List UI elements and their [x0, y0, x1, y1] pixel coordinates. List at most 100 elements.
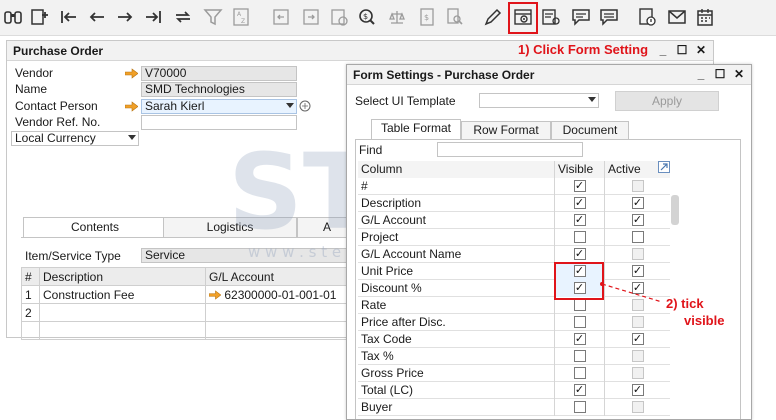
column-row[interactable]: # ✓ — [358, 178, 670, 195]
column-row[interactable]: G/L Account ✓ ✓ — [358, 212, 670, 229]
vendor-ref-field[interactable] — [141, 115, 297, 130]
payment-means-icon[interactable]: $ — [356, 6, 378, 28]
apply-button[interactable]: Apply — [615, 91, 719, 111]
column-row[interactable]: Project — [358, 229, 670, 246]
row-gl-account[interactable] — [205, 303, 356, 322]
contact-person-field[interactable]: Sarah Kierl — [141, 99, 297, 114]
next-record-icon[interactable] — [114, 6, 136, 28]
column-row[interactable]: Tax % — [358, 348, 670, 365]
tab-row-format[interactable]: Row Format — [461, 121, 551, 139]
visible-checkbox[interactable]: ✓ — [573, 180, 586, 192]
last-record-icon[interactable] — [142, 6, 164, 28]
link-arrow-icon[interactable] — [208, 290, 222, 300]
currency-select[interactable]: Local Currency — [11, 131, 139, 146]
column-row[interactable]: Gross Price — [358, 365, 670, 382]
visible-cell — [555, 229, 605, 246]
active-checkbox[interactable]: ✓ — [631, 214, 644, 226]
active-checkbox[interactable]: ✓ — [631, 265, 644, 277]
sort-icon[interactable]: AZ — [230, 6, 252, 28]
expand-icon[interactable] — [658, 161, 670, 173]
vendor-label: Vendor — [15, 66, 54, 80]
name-field[interactable]: SMD Technologies — [141, 82, 297, 97]
find-input[interactable] — [437, 142, 583, 157]
minimize-icon[interactable]: _ — [657, 43, 669, 57]
columns-scrollbar[interactable] — [671, 195, 679, 225]
row-description[interactable]: Construction Fee — [39, 285, 206, 304]
alerts-icon[interactable] — [598, 6, 620, 28]
base-document-icon[interactable] — [270, 6, 292, 28]
table-row[interactable]: 1 Construction Fee 62300000-01-001-01 — [21, 285, 356, 304]
column-row[interactable]: Buyer — [358, 399, 670, 416]
visible-checkbox[interactable] — [573, 299, 586, 311]
visible-checkbox[interactable] — [573, 401, 586, 413]
close-icon[interactable]: ✕ — [733, 67, 745, 81]
chevron-down-icon[interactable] — [128, 135, 136, 140]
first-record-icon[interactable] — [58, 6, 80, 28]
filter-icon[interactable] — [202, 6, 224, 28]
column-row[interactable]: Description ✓ ✓ — [358, 195, 670, 212]
visible-checkbox[interactable]: ✓ — [573, 197, 586, 209]
visible-checkbox[interactable] — [573, 231, 586, 243]
table-row[interactable]: 2 — [21, 303, 356, 322]
visible-checkbox[interactable]: ✓ — [573, 248, 586, 260]
binoculars-icon[interactable] — [2, 6, 24, 28]
query-icon[interactable] — [444, 6, 466, 28]
tab-logistics[interactable]: Logistics — [163, 217, 297, 237]
column-row[interactable]: Total (LC) ✓ ✓ — [358, 382, 670, 399]
active-checkbox — [631, 248, 644, 260]
column-row[interactable]: Tax Code ✓ ✓ — [358, 331, 670, 348]
row-description[interactable] — [39, 321, 206, 340]
row-gl-account[interactable]: 62300000-01-001-01 — [205, 285, 356, 304]
grid-header-description[interactable]: Description — [39, 267, 206, 286]
visible-cell — [555, 314, 605, 331]
column-row[interactable]: Unit Price ✓ ✓ — [358, 263, 670, 280]
target-document-icon[interactable] — [300, 6, 322, 28]
tab-table-format[interactable]: Table Format — [371, 119, 461, 139]
grid-header-num[interactable]: # — [21, 267, 40, 286]
row-description[interactable] — [39, 303, 206, 322]
active-checkbox[interactable]: ✓ — [631, 333, 644, 345]
gross-profit-icon[interactable] — [328, 6, 350, 28]
previous-record-icon[interactable] — [86, 6, 108, 28]
column-row[interactable]: G/L Account Name ✓ — [358, 246, 670, 263]
visible-checkbox[interactable] — [573, 316, 586, 328]
tab-document[interactable]: Document — [551, 121, 629, 139]
chevron-down-icon[interactable] — [588, 97, 596, 102]
column-row[interactable]: Price after Disc. — [358, 314, 670, 331]
volume-weight-icon[interactable] — [386, 6, 408, 28]
edit-icon[interactable] — [482, 6, 504, 28]
calendar-icon[interactable] — [694, 6, 716, 28]
tab-contents[interactable]: Contents — [23, 217, 167, 237]
add-document-icon[interactable] — [28, 6, 50, 28]
mail-icon[interactable] — [666, 6, 688, 28]
row-gl-account[interactable] — [205, 321, 356, 340]
vendor-field[interactable]: V70000 — [141, 66, 297, 81]
visible-checkbox[interactable]: ✓ — [573, 333, 586, 345]
approval-icon[interactable] — [636, 6, 658, 28]
minimize-icon[interactable]: _ — [695, 67, 707, 81]
grid-header-gl-account[interactable]: G/L Account — [205, 267, 356, 286]
active-checkbox[interactable] — [631, 231, 644, 243]
journal-entry-icon[interactable]: $ — [416, 6, 438, 28]
active-checkbox[interactable]: ✓ — [631, 384, 644, 396]
maximize-icon[interactable]: ☐ — [676, 43, 688, 57]
item-service-type-field[interactable]: Service — [141, 248, 351, 263]
close-icon[interactable]: ✕ — [695, 43, 707, 57]
visible-checkbox[interactable]: ✓ — [573, 384, 586, 396]
visible-checkbox[interactable] — [573, 350, 586, 362]
table-row[interactable] — [21, 321, 356, 340]
messages-icon[interactable] — [570, 6, 592, 28]
refresh-icon[interactable] — [172, 6, 194, 28]
maximize-icon[interactable]: ☐ — [714, 67, 726, 81]
active-checkbox — [631, 180, 644, 192]
main-toolbar: AZ $ $ — [0, 0, 776, 36]
chevron-down-icon[interactable] — [286, 103, 294, 108]
ui-template-select[interactable] — [479, 93, 599, 108]
info-icon[interactable] — [299, 100, 311, 112]
link-arrow-icon[interactable] — [125, 101, 138, 112]
visible-checkbox[interactable] — [573, 367, 586, 379]
layout-designer-icon[interactable] — [540, 6, 562, 28]
visible-checkbox[interactable]: ✓ — [573, 214, 586, 226]
active-checkbox[interactable]: ✓ — [631, 197, 644, 209]
link-arrow-icon[interactable] — [125, 68, 138, 79]
